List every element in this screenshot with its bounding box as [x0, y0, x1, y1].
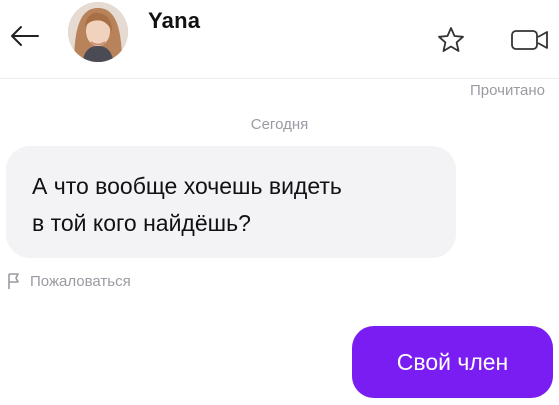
chat-header: Yana — [0, 0, 559, 79]
favorite-button[interactable] — [432, 22, 470, 58]
star-icon — [438, 27, 464, 52]
report-button[interactable]: Пожаловаться — [6, 272, 131, 290]
read-status: Прочитано — [470, 82, 545, 99]
report-label: Пожаловаться — [30, 272, 131, 290]
video-call-button[interactable] — [508, 22, 552, 58]
outgoing-message-bubble[interactable]: Свой член — [352, 326, 553, 398]
back-button[interactable] — [4, 18, 44, 54]
incoming-message-line-1: А что вообще хочешь видеть — [32, 173, 342, 199]
contact-name[interactable]: Yana — [148, 8, 200, 34]
outgoing-message-text: Свой член — [396, 348, 509, 375]
avatar[interactable] — [68, 2, 128, 62]
incoming-message-bubble[interactable]: А что вообще хочешь видеть в той кого на… — [6, 146, 456, 258]
flag-icon — [8, 273, 19, 289]
video-camera-icon — [511, 30, 548, 50]
arrow-left-icon — [11, 26, 39, 46]
date-separator: Сегодня — [250, 116, 309, 133]
incoming-message-line-2: в той кого найдёшь? — [32, 210, 251, 236]
avatar-photo — [68, 2, 128, 62]
